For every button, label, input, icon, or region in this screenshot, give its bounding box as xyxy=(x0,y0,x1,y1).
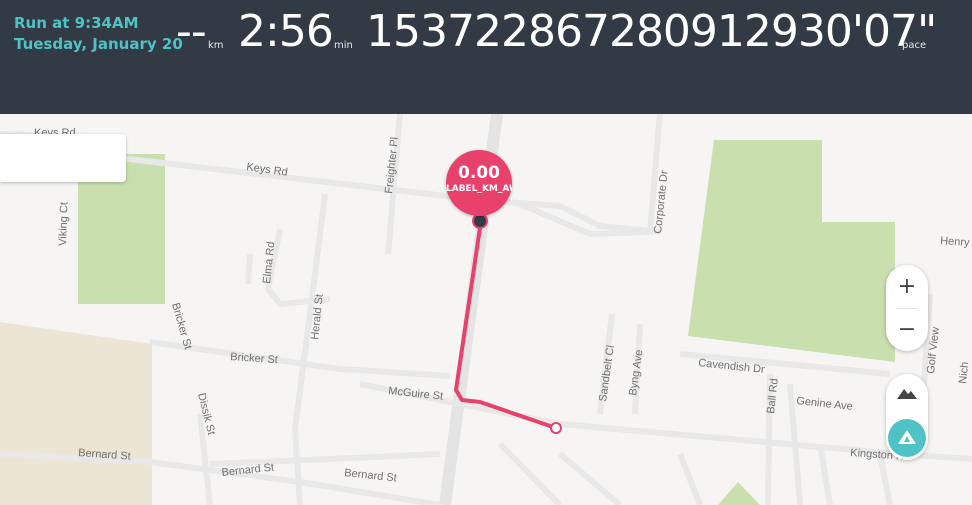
map-info-panel xyxy=(0,134,126,182)
zoom-control: + − xyxy=(886,265,928,351)
km-marker-value: 0.00 xyxy=(458,163,500,183)
route-view-button[interactable] xyxy=(888,419,926,457)
distance-value: -- xyxy=(176,6,207,57)
distance-unit: km xyxy=(208,40,224,51)
km-marker-label: LABEL_KM_AWAY xyxy=(446,184,512,194)
street-label: Bricker St xyxy=(230,351,278,366)
route-end-point xyxy=(550,422,562,434)
street-label: Viking Ct xyxy=(57,202,71,246)
park-area xyxy=(718,482,760,505)
km-marker: 0.00 LABEL_KM_AWAY xyxy=(446,150,512,216)
street-label: Bernard St xyxy=(344,467,398,484)
street-label: Genine Ave xyxy=(796,395,854,413)
street-label: Elma Rd xyxy=(261,241,277,284)
land-area xyxy=(0,322,152,505)
route-mode-icon xyxy=(898,430,916,444)
zoom-in-button[interactable]: + xyxy=(886,265,928,308)
run-summary-header: Run at 9:34AM Tuesday, January 20 -- km … xyxy=(0,0,972,114)
pace-unit: pace xyxy=(902,40,927,51)
run-date: Tuesday, January 20 xyxy=(14,35,183,53)
terrain-view-button[interactable] xyxy=(886,374,928,414)
map-layer-control xyxy=(886,374,928,460)
street-label: Nich xyxy=(957,361,971,384)
route-start-point xyxy=(472,213,488,229)
park-area xyxy=(688,140,895,362)
street-label: Henry xyxy=(940,235,971,249)
route-map[interactable]: Keys Rd Keys Rd Viking Ct Freighter Pl C… xyxy=(0,114,972,505)
mountain-icon xyxy=(897,389,917,399)
run-title: Run at 9:34AM xyxy=(14,14,139,32)
street-label: Sandbelt Cl xyxy=(597,344,617,402)
pace-value: 15372286728091293​0'07" xyxy=(366,6,937,57)
street-label: Dissik St xyxy=(195,392,217,436)
zoom-out-button[interactable]: − xyxy=(886,308,928,351)
duration-value: 2:56 xyxy=(238,6,334,57)
street-label: McGuire St xyxy=(388,385,444,403)
duration-unit: min xyxy=(334,40,353,51)
street-label: Ball Rd xyxy=(765,378,781,415)
street-label: Byng Ave xyxy=(627,349,645,397)
